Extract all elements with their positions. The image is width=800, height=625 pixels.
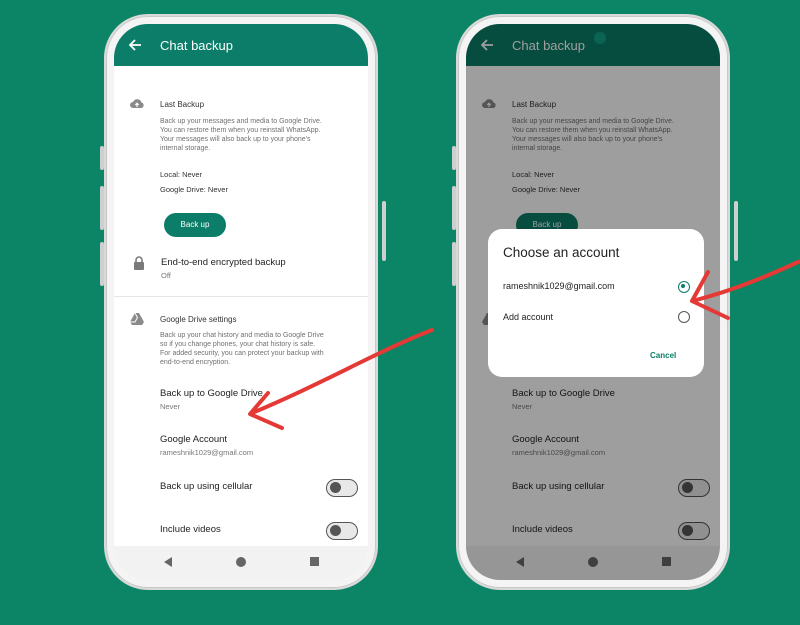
backup-cellular-toggle[interactable]: [326, 479, 358, 497]
page-title: Chat backup: [160, 38, 233, 53]
last-backup-description: Back up your messages and media to Googl…: [160, 118, 322, 125]
phone-side-button: [452, 242, 456, 286]
last-backup-description: internal storage.: [160, 145, 211, 152]
last-backup-description: Your messages will also back up to your …: [160, 136, 311, 143]
account-option-label[interactable]: rameshnik1029@gmail.com: [503, 281, 615, 291]
drive-settings-description: end-to-end encryption.: [160, 359, 231, 366]
lock-icon: [134, 256, 144, 270]
phone-power-button: [382, 201, 386, 261]
phone-side-button: [452, 186, 456, 230]
google-drive-icon: [130, 312, 144, 325]
phone-side-button: [100, 242, 104, 286]
phone-side-button: [100, 146, 104, 170]
last-backup-title: Last Backup: [160, 100, 205, 109]
backup-to-drive-title[interactable]: Back up to Google Drive: [160, 388, 263, 399]
add-account-label[interactable]: Add account: [503, 312, 553, 322]
account-option-radio[interactable]: [678, 281, 690, 293]
phone-screen: Chat backup Last Backup Back up your mes…: [466, 24, 720, 580]
right-phone: Chat backup Last Backup Back up your mes…: [452, 14, 738, 590]
drive-settings-description: For added security, you can protect your…: [160, 350, 324, 357]
include-videos-toggle[interactable]: [326, 522, 358, 540]
phone-power-button: [734, 201, 738, 261]
left-phone: Chat backup Last Backup Back up your mes…: [100, 14, 386, 590]
phone-screen: Chat backup Last Backup Back up your mes…: [114, 24, 368, 580]
toggle-knob: [330, 482, 341, 493]
local-backup-status: Local: Never: [160, 170, 203, 179]
cancel-button[interactable]: Cancel: [650, 351, 676, 360]
last-backup-description: You can restore them when you reinstall …: [160, 127, 321, 134]
back-up-button[interactable]: Back up: [164, 213, 226, 237]
backup-to-drive-value: Never: [160, 402, 181, 411]
cloud-upload-icon: [130, 99, 144, 108]
drive-settings-title: Google Drive settings: [160, 315, 237, 324]
divider: [114, 296, 368, 297]
include-videos-title: Include videos: [160, 524, 221, 535]
dialog-title: Choose an account: [503, 245, 620, 260]
phone-side-button: [100, 186, 104, 230]
nav-recents-icon[interactable]: [310, 557, 319, 566]
toggle-knob: [330, 525, 341, 536]
app-bar: Chat backup: [114, 24, 368, 66]
drive-settings-description: Back up your chat history and media to G…: [160, 332, 324, 339]
system-nav-bar: [114, 546, 368, 580]
front-camera: [594, 32, 606, 44]
arrow-left-icon[interactable]: [126, 36, 144, 54]
e2e-backup-value: Off: [161, 271, 171, 280]
choose-account-dialog: Choose an account rameshnik1029@gmail.co…: [488, 229, 704, 377]
phone-side-button: [452, 146, 456, 170]
google-account-email: rameshnik1029@gmail.com: [160, 448, 254, 457]
e2e-backup-title[interactable]: End-to-end encrypted backup: [161, 257, 286, 268]
nav-home-icon[interactable]: [236, 557, 246, 567]
settings-list: Last Backup Back up your messages and me…: [114, 66, 368, 546]
add-account-radio[interactable]: [678, 311, 690, 323]
backup-cellular-title: Back up using cellular: [160, 481, 253, 492]
nav-back-icon[interactable]: [164, 557, 172, 567]
google-drive-backup-status: Google Drive: Never: [160, 185, 228, 194]
drive-settings-description: so if you change phones, your chat histo…: [160, 341, 316, 348]
google-account-title[interactable]: Google Account: [160, 434, 227, 445]
